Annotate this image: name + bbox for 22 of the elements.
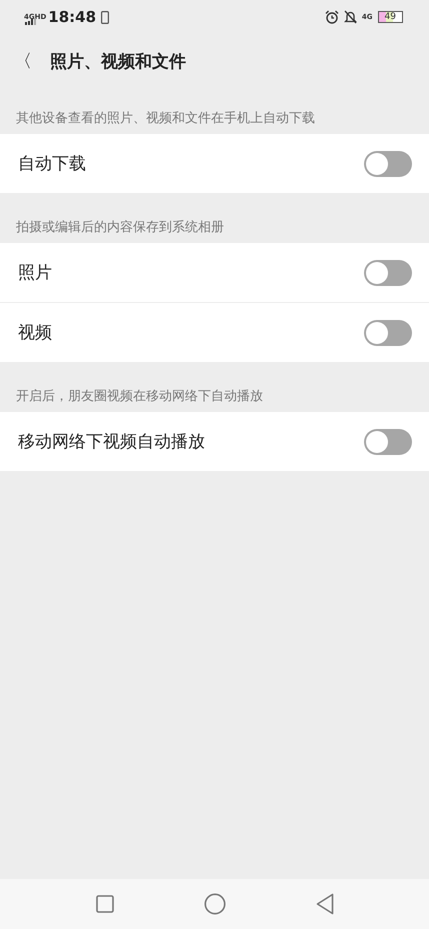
back-icon[interactable]	[316, 893, 334, 915]
setting-label: 照片	[18, 262, 52, 284]
toggle-switch[interactable]	[364, 320, 412, 346]
setting-label: 视频	[18, 322, 52, 344]
section-caption: 开启后，朋友圈视频在移动网络下自动播放	[15, 388, 264, 406]
toggle-switch[interactable]	[364, 428, 412, 454]
signal-icon	[25, 18, 38, 25]
page-title: 照片、视频和文件	[50, 50, 186, 72]
home-icon[interactable]	[204, 893, 226, 915]
setting-label: 移动网络下视频自动播放	[18, 431, 205, 453]
toggle-switch[interactable]	[364, 260, 412, 286]
bell-muted-icon	[344, 10, 357, 24]
setting-label: 自动下载	[18, 153, 86, 175]
back-button[interactable]: 〈	[14, 49, 32, 73]
phone-icon	[101, 10, 110, 24]
recent-apps-icon[interactable]	[96, 895, 114, 913]
toggle-switch[interactable]	[364, 150, 412, 176]
status-time: 18:48	[48, 8, 96, 26]
battery-indicator: 49	[378, 11, 403, 23]
section-caption: 其他设备查看的照片、视频和文件在手机上自动下载	[15, 110, 316, 128]
alarm-icon	[324, 10, 339, 24]
section-caption: 拍摄或编辑后的内容保存到系统相册	[15, 219, 225, 237]
